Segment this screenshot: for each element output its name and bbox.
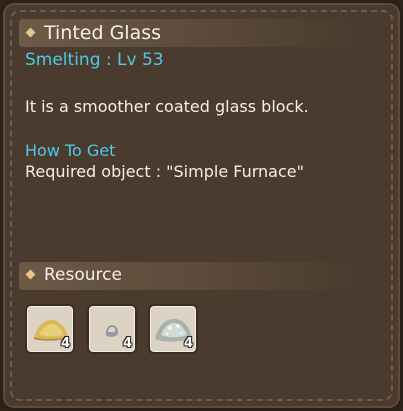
resource-slot-2[interactable]: 4 [87,304,137,354]
resource-count: 4 [122,336,132,351]
required-object-text: Required object : "Simple Furnace" [25,162,304,181]
item-title: Tinted Glass [44,22,162,44]
item-category-level: Smelting : Lv 53 [25,50,164,70]
resource-slot-3[interactable]: 4 [148,304,198,354]
resource-slot-1[interactable]: 4 [25,304,75,354]
how-to-get-heading: How To Get [25,141,116,160]
resource-count: 4 [60,336,70,351]
item-tooltip-panel: Tinted Glass Smelting : Lv 53 It is a sm… [0,0,403,411]
item-description: It is a smoother coated glass block. [25,97,309,116]
resource-heading: Resource [44,265,122,285]
resource-count: 4 [183,336,193,351]
